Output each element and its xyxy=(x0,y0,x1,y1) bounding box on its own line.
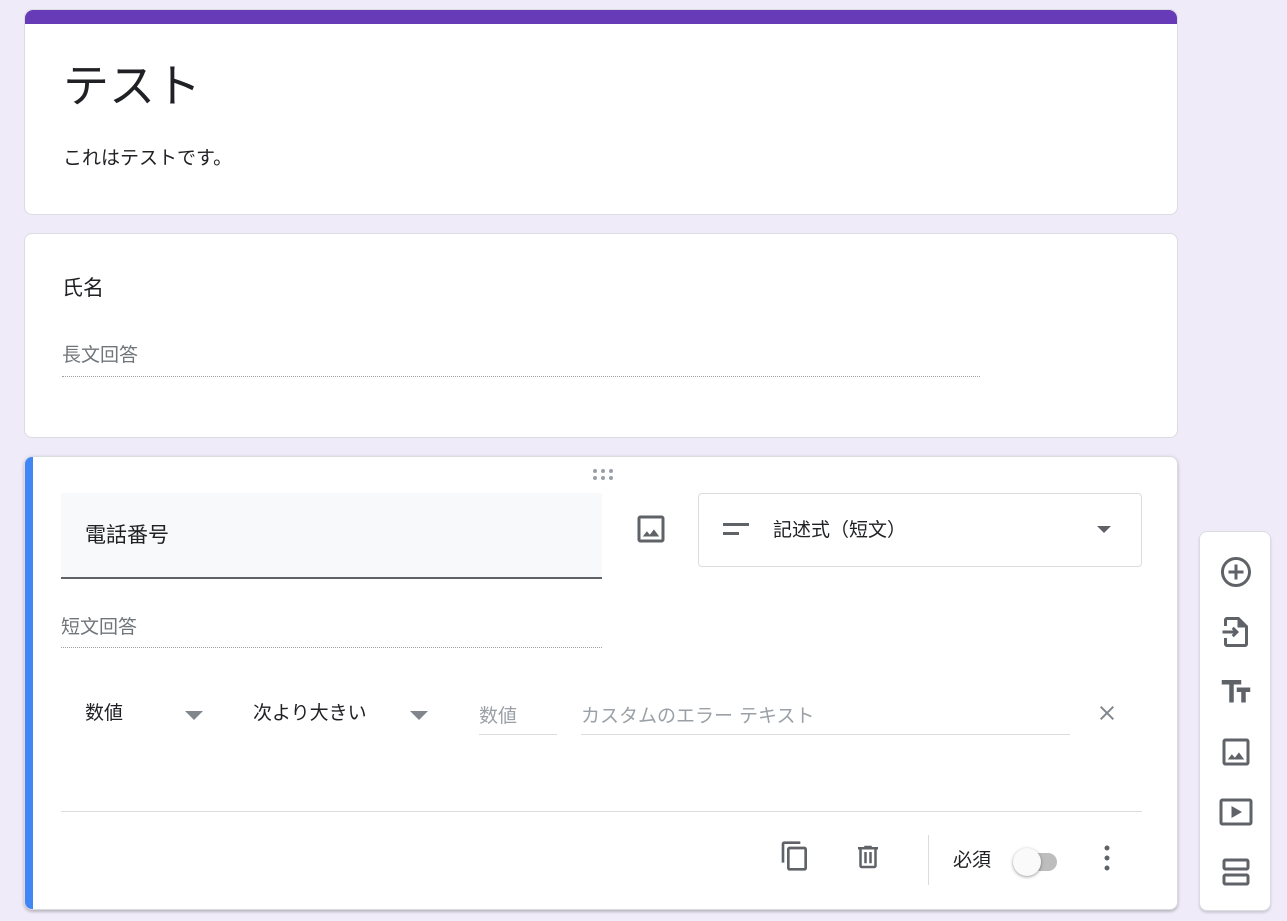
validation-condition-select[interactable]: 次より大きい xyxy=(253,701,367,725)
add-image-icon[interactable] xyxy=(1218,734,1254,770)
image-icon[interactable] xyxy=(633,511,669,547)
question-title: 電話番号 xyxy=(85,523,169,547)
long-answer-placeholder: 長文回答 xyxy=(62,344,139,366)
close-icon[interactable] xyxy=(1095,701,1119,725)
add-section-icon[interactable] xyxy=(1218,854,1254,890)
question-card-name[interactable]: 氏名 長文回答 xyxy=(24,233,1178,438)
question-type-dropdown[interactable]: 記述式（短文） xyxy=(698,493,1142,567)
accent-bar xyxy=(25,10,1177,24)
question-type-label: 記述式（短文） xyxy=(773,519,907,541)
more-vert-icon[interactable] xyxy=(1095,841,1119,875)
active-indicator xyxy=(25,457,33,909)
add-video-icon[interactable] xyxy=(1218,794,1254,830)
dropdown-arrow-icon[interactable] xyxy=(410,711,428,720)
toggle-thumb xyxy=(1013,848,1041,876)
required-toggle[interactable] xyxy=(1013,846,1069,876)
dropdown-arrow-icon xyxy=(1097,526,1111,533)
footer-divider xyxy=(61,811,1142,812)
dropdown-arrow-icon[interactable] xyxy=(185,711,203,720)
question-title: 氏名 xyxy=(62,276,104,300)
answer-underline xyxy=(61,647,602,648)
question-card-phone[interactable]: 電話番号 記述式（短文） 短文回答 数値 次より大きい 数値 カスタムのエラー … xyxy=(24,456,1178,910)
footer-separator xyxy=(928,835,929,885)
form-description[interactable]: これはテストです。 xyxy=(63,146,232,170)
drag-handle-icon[interactable] xyxy=(591,467,615,481)
answer-underline xyxy=(62,376,980,377)
validation-type-select[interactable]: 数値 xyxy=(85,701,123,725)
duplicate-icon[interactable] xyxy=(779,839,811,873)
required-label: 必須 xyxy=(953,849,992,871)
add-question-icon[interactable] xyxy=(1218,554,1254,590)
import-questions-icon[interactable] xyxy=(1218,614,1254,650)
add-title-icon[interactable] xyxy=(1218,674,1254,710)
short-answer-placeholder: 短文回答 xyxy=(61,616,138,638)
trash-icon[interactable] xyxy=(853,841,883,873)
validation-value-input[interactable]: 数値 xyxy=(479,701,557,735)
form-title[interactable]: テスト xyxy=(63,58,201,114)
side-toolbar xyxy=(1199,531,1271,911)
question-title-input[interactable]: 電話番号 xyxy=(61,493,602,579)
custom-error-text-input[interactable]: カスタムのエラー テキスト xyxy=(581,701,1070,735)
short-answer-icon xyxy=(723,522,749,536)
form-header-card[interactable]: テスト これはテストです。 xyxy=(24,9,1178,215)
